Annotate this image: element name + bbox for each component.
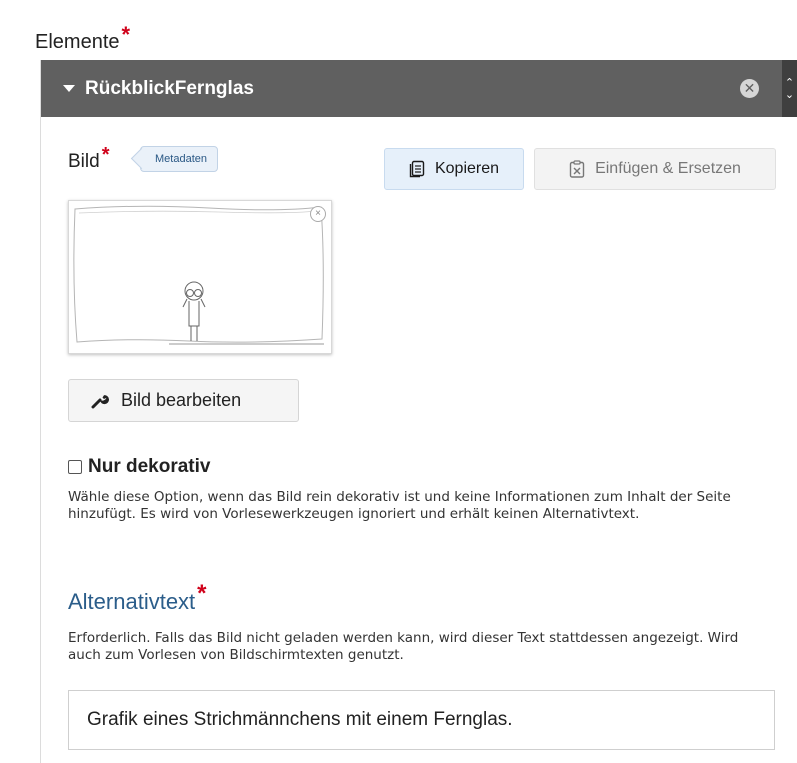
alt-text-heading: Alternativtext* — [68, 580, 207, 616]
remove-group-button[interactable]: ✕ — [740, 79, 759, 98]
edit-image-button[interactable]: Bild bearbeiten — [68, 379, 299, 422]
image-label-text: Bild — [68, 151, 100, 172]
group-header[interactable]: RückblickFernglas ✕ — [41, 60, 783, 117]
required-asterisk: * — [101, 144, 110, 166]
metadata-button[interactable]: Metadaten — [140, 146, 218, 172]
required-asterisk: * — [121, 22, 131, 47]
move-up-icon[interactable]: ⌃ — [785, 77, 794, 89]
move-down-icon[interactable]: ⌄ — [785, 89, 794, 101]
elements-label-text: Elemente — [35, 31, 120, 53]
group-title: RückblickFernglas — [85, 77, 254, 99]
elements-section-label: Elemente* — [35, 22, 130, 54]
edit-image-label: Bild bearbeiten — [121, 390, 242, 410]
copy-icon — [409, 160, 425, 178]
alt-text-heading-text: Alternativtext — [68, 589, 196, 614]
clipboard-icon — [569, 160, 585, 178]
alt-text-description: Erforderlich. Falls das Bild nicht gelad… — [68, 630, 739, 663]
thumbnail-remove-button[interactable]: × — [310, 206, 326, 222]
stick-figure-binoculars-drawing — [73, 205, 324, 345]
copy-button-label: Kopieren — [434, 160, 500, 177]
paste-replace-button[interactable]: Einfügen & Ersetzen — [534, 148, 776, 190]
wrench-icon — [91, 392, 109, 410]
image-field-label: Bild * — [68, 144, 109, 173]
decorative-label[interactable]: Nur dekorativ — [88, 456, 210, 478]
copy-button[interactable]: Kopieren — [384, 148, 524, 190]
decorative-option[interactable]: Nur dekorativ — [68, 456, 210, 478]
decorative-checkbox[interactable] — [68, 460, 82, 474]
paste-replace-label: Einfügen & Ersetzen — [595, 160, 741, 177]
required-asterisk: * — [197, 580, 207, 607]
decorative-description: Wähle diese Option, wenn das Bild rein d… — [68, 489, 731, 522]
alt-text-input[interactable]: Grafik eines Strichmännchens mit einem F… — [68, 690, 775, 750]
collapse-arrow-icon[interactable] — [63, 85, 75, 92]
image-thumbnail[interactable] — [68, 200, 332, 354]
order-buttons: ⌃ ⌄ — [782, 60, 797, 117]
